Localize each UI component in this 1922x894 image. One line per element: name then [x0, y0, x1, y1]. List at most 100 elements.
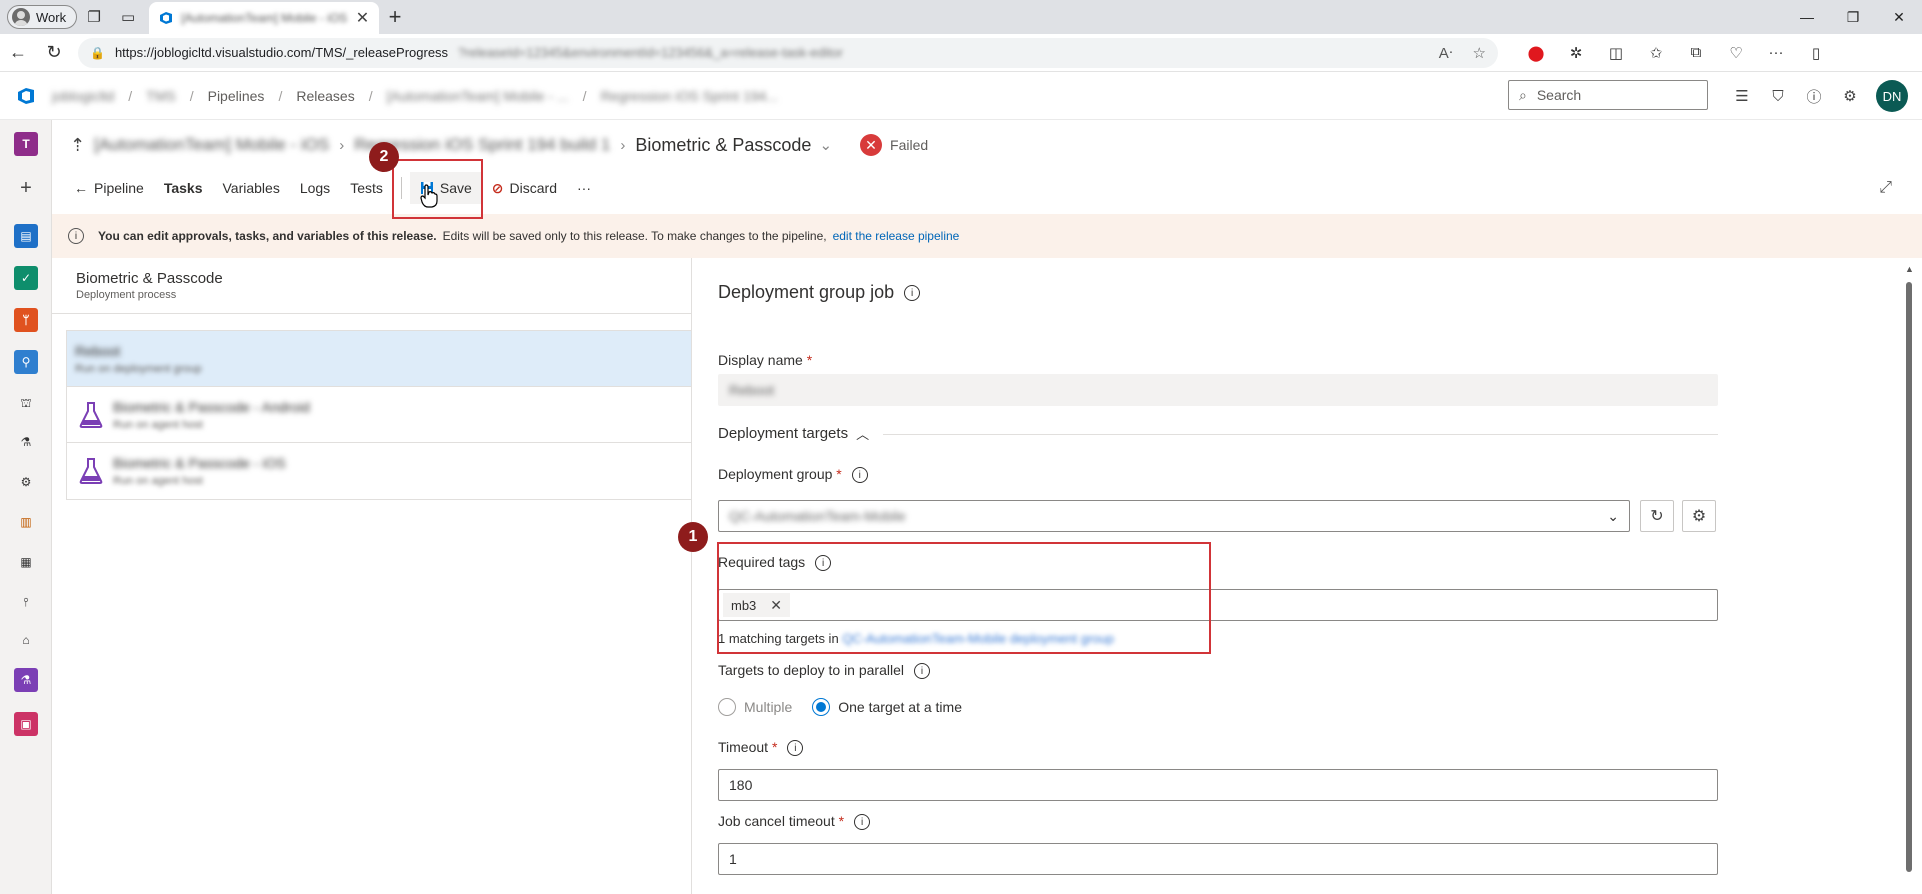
work-items-list-icon[interactable]: ☰ [1726, 80, 1758, 112]
tab-actions-icon[interactable]: ▭ [111, 3, 145, 31]
breadcrumb-pipeline[interactable]: [AutomationTeam] Mobile - ... [387, 88, 569, 104]
list-item[interactable]: Biometric & Passcode - iOS Run on agent … [67, 443, 691, 499]
refresh-icon[interactable]: ↻ [36, 37, 72, 69]
overview-icon[interactable]: ▤ [14, 224, 38, 248]
workspaces-icon[interactable]: ❐ [77, 3, 111, 31]
expand-icon[interactable]: ⤢ [1879, 179, 1892, 197]
sidebar-toggle-icon[interactable]: ▯ [1798, 38, 1834, 68]
adblock-extension-icon[interactable]: ⬤ [1518, 38, 1554, 68]
breadcrumb-release[interactable]: Regression iOS Sprint 194... [601, 88, 778, 104]
help-icon[interactable]: ⓘ [1798, 80, 1830, 112]
collections-icon[interactable]: ⧉ [1678, 38, 1714, 68]
tab-variables[interactable]: Variables [213, 168, 290, 208]
radio-one-at-a-time[interactable]: One target at a time [812, 698, 962, 716]
stage-name[interactable]: Biometric & Passcode [635, 135, 811, 156]
breadcrumb-org[interactable]: joblogicltd [52, 88, 114, 104]
cancel-timeout-label-text: Job cancel timeout [718, 813, 835, 829]
artifacts-icon[interactable]: ▣ [14, 712, 38, 736]
job-title: Biometric & Passcode - iOS [113, 455, 286, 471]
boards-icon[interactable]: ✓ [14, 266, 38, 290]
more-actions-button[interactable]: ··· [567, 172, 601, 204]
tab-tests[interactable]: Tests [340, 168, 393, 208]
browser-essentials-icon[interactable]: ♡ [1718, 38, 1754, 68]
deployment-group-label-text: Deployment group [718, 466, 833, 482]
radio-circle [718, 698, 736, 716]
minimize-icon[interactable]: — [1784, 0, 1830, 34]
tab-label: Variables [222, 180, 280, 196]
repos-icon[interactable]: ᛘ [14, 308, 38, 332]
status-badge: ✕ Failed [860, 134, 928, 156]
library-icon[interactable]: ▥ [14, 510, 38, 534]
list-item[interactable]: Reboot Run on deployment group [67, 331, 691, 387]
tab-pipeline[interactable]: ← Pipeline [64, 168, 154, 208]
tab-logs[interactable]: Logs [290, 168, 340, 208]
timeout-field[interactable]: 180 [718, 769, 1718, 801]
info-icon[interactable]: i [914, 663, 930, 680]
chevron-right-icon: › [339, 136, 345, 154]
profile-button[interactable]: Work [7, 5, 78, 29]
scroll-up-arrow-icon[interactable]: ▲ [1905, 264, 1914, 274]
radio-circle [812, 698, 831, 716]
browser-menu-icon[interactable]: ··· [1758, 38, 1794, 68]
avatar[interactable]: DN [1876, 80, 1908, 112]
parallel-label: Targets to deploy to in parallel i [718, 662, 930, 680]
cancel-timeout-field[interactable]: 1 [718, 843, 1718, 875]
new-item-icon[interactable]: + [14, 176, 38, 200]
pipeline-name[interactable]: [AutomationTeam] Mobile - iOS [94, 135, 329, 155]
marketplace-bag-icon[interactable]: ⛉ [1762, 80, 1794, 112]
edit-pipeline-link[interactable]: edit the release pipeline [833, 229, 960, 243]
browser-tab[interactable]: [AutomationTeam] Mobile - iOS ✕ [149, 2, 380, 34]
cancel-timeout-label: Job cancel timeout * i [718, 813, 871, 831]
display-name-field[interactable]: Reboot [718, 374, 1718, 406]
deployment-targets-section[interactable]: Deployment targets ︿ [718, 424, 869, 443]
search-placeholder: Search [1536, 87, 1582, 103]
banner-bold-text: You can edit approvals, tasks, and varia… [98, 229, 437, 243]
info-icon[interactable]: i [851, 467, 868, 484]
radio-multiple[interactable]: Multiple [718, 698, 792, 716]
azure-devops-logo[interactable] [0, 86, 52, 106]
split-screen-icon[interactable]: ◫ [1598, 38, 1634, 68]
user-settings-icon[interactable]: ⚙ [1834, 80, 1866, 112]
chevron-down-icon: ⌄ [1607, 507, 1619, 524]
breadcrumb-project[interactable]: TMS [146, 88, 176, 104]
chevron-down-icon[interactable]: ⌄ [819, 136, 832, 154]
scrollbar-thumb[interactable] [1906, 282, 1912, 872]
tab-tasks[interactable]: Tasks [154, 168, 213, 208]
restore-icon[interactable]: ❐ [1830, 0, 1876, 34]
back-icon[interactable]: ← [0, 37, 36, 69]
job-heading-text: Deployment group job [718, 282, 895, 302]
tags-icon[interactable]: ⌂ [14, 628, 38, 652]
tab-label: Pipeline [94, 180, 144, 196]
close-window-icon[interactable]: ✕ [1876, 0, 1922, 34]
status-text: Failed [890, 137, 929, 153]
new-tab-button[interactable]: + [379, 3, 411, 31]
favorite-star-icon[interactable]: ☆ [1473, 44, 1486, 62]
releases-icon[interactable]: ⚗ [14, 430, 38, 454]
extensions-icon[interactable]: ✲ [1558, 38, 1594, 68]
info-icon[interactable]: i [854, 814, 871, 831]
read-aloud-icon[interactable]: Aᐧ [1439, 44, 1453, 62]
info-icon[interactable]: i [904, 285, 921, 302]
deployment-group-select[interactable]: QC-AutomationTeam-Mobile ⌄ [718, 500, 1630, 532]
hand-cursor-icon [420, 184, 438, 208]
environments-icon[interactable]: ⛫ [14, 392, 38, 416]
deployment-groups-icon[interactable]: ⚙ [14, 470, 38, 494]
info-icon[interactable]: i [787, 740, 804, 757]
banner-text: Edits will be saved only to this release… [442, 229, 827, 243]
task-groups-icon[interactable]: ▦ [14, 550, 38, 574]
test-plans-icon[interactable]: ⚗ [14, 668, 38, 692]
breadcrumb-releases[interactable]: Releases [296, 88, 354, 104]
deploy-icon[interactable]: ⫯ [14, 590, 38, 614]
pipelines-icon[interactable]: ⚲ [14, 350, 38, 374]
favorites-icon[interactable]: ✩ [1638, 38, 1674, 68]
search-input[interactable]: ⌕ Search [1508, 80, 1708, 110]
project-icon[interactable]: T [14, 132, 38, 156]
manage-button[interactable]: ⚙ [1682, 500, 1716, 532]
close-tab-icon[interactable]: ✕ [356, 8, 369, 28]
discard-button[interactable]: ⊘ Discard [482, 172, 567, 204]
list-item[interactable]: Biometric & Passcode - Android Run on ag… [67, 387, 691, 443]
url-field[interactable]: 🔒 https://joblogicltd.visualstudio.com/T… [78, 37, 1498, 68]
refresh-button[interactable]: ↻ [1640, 500, 1674, 532]
breadcrumb-pipelines[interactable]: Pipelines [208, 88, 265, 104]
stage-title[interactable]: Biometric & Passcode [76, 270, 692, 287]
